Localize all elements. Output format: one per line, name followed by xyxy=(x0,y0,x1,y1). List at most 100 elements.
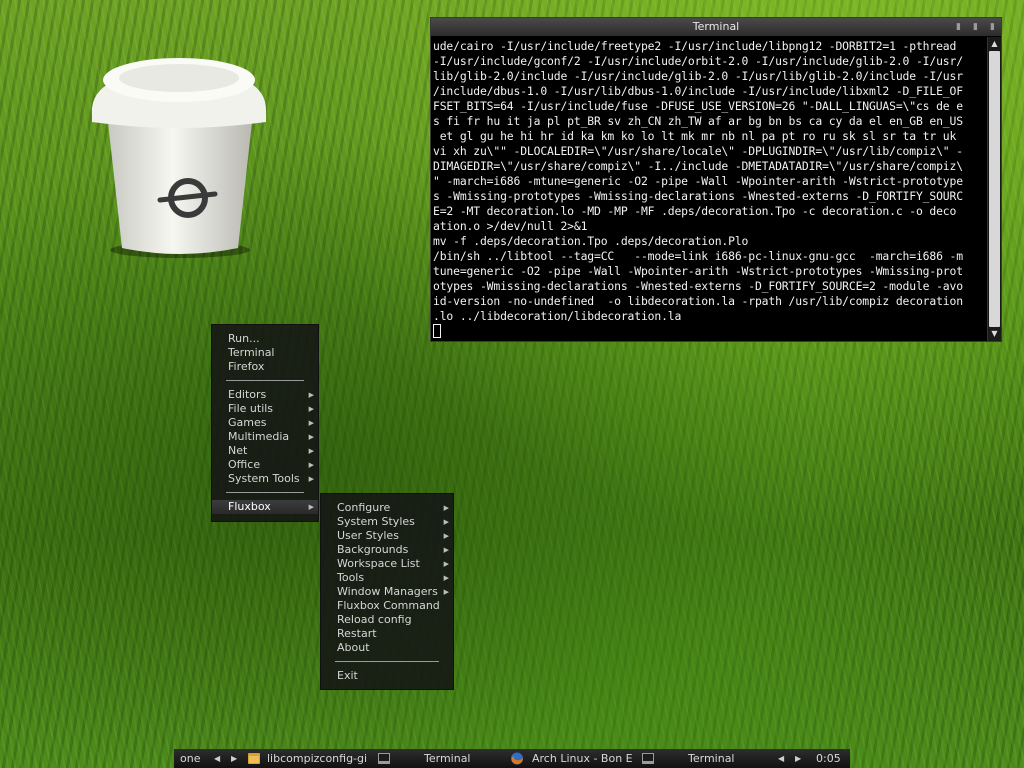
terminal-line: vi xh zu\"" -DLOCALEDIR=\"/usr/share/loc… xyxy=(433,144,963,158)
menu-item-editors[interactable]: Editors ▶ xyxy=(212,388,318,402)
terminal-line: " -march=i686 -mtune=generic -O2 -pipe -… xyxy=(433,174,963,188)
menu-item-label: System Tools xyxy=(228,472,300,485)
menu-item-reload-config[interactable]: Reload config xyxy=(321,613,453,627)
terminal-icon xyxy=(378,753,390,764)
submenu-arrow-icon: ▶ xyxy=(308,447,314,455)
menu-item-firefox[interactable]: Firefox xyxy=(212,360,318,374)
terminal-line: lib/glib-2.0/include -I/usr/include/glib… xyxy=(433,69,963,83)
menu-separator xyxy=(226,492,304,493)
menu-item-label: User Styles xyxy=(337,529,399,542)
menu-item-games[interactable]: Games ▶ xyxy=(212,416,318,430)
terminal-icon xyxy=(642,753,654,764)
submenu-arrow-icon: ▶ xyxy=(308,475,314,483)
menu-item-label: Window Managers xyxy=(337,585,438,598)
menu-item-system-tools[interactable]: System Tools ▶ xyxy=(212,472,318,486)
desktop[interactable]: Terminal ▮ ▮ ▮ ude/cairo -I/usr/include/… xyxy=(0,0,1024,768)
terminal-line: /include/dbus-1.0 -I/usr/lib/dbus-1.0/in… xyxy=(433,84,963,98)
terminal-prompt-line xyxy=(433,324,985,340)
prev-window-icon[interactable]: ◀ xyxy=(778,749,784,768)
menu-item-label: File utils xyxy=(228,402,274,415)
task-label: libcompizconfig-gi xyxy=(267,752,368,765)
task-label: Arch Linux - Bon E xyxy=(532,752,633,765)
menu-item-run[interactable]: Run... xyxy=(212,332,318,346)
menu-item-label: Multimedia xyxy=(228,430,290,443)
terminal-line: otypes -Wmissing-declarations -Wnested-e… xyxy=(433,279,963,293)
clock: 0:05 xyxy=(816,752,841,765)
terminal-titlebar[interactable]: Terminal ▮ ▮ ▮ xyxy=(431,18,1001,36)
menu-item-label: Configure xyxy=(337,501,391,514)
scroll-down-icon[interactable]: ▼ xyxy=(988,328,1001,340)
terminal-line: -I/usr/include/gconf/2 -I/usr/include/or… xyxy=(433,54,963,68)
menu-item-configure[interactable]: Configure ▶ xyxy=(321,501,453,515)
menu-separator xyxy=(335,661,439,662)
next-workspace-icon[interactable]: ▶ xyxy=(231,749,237,768)
submenu-arrow-icon: ▶ xyxy=(308,391,314,399)
submenu-arrow-icon: ▶ xyxy=(308,461,314,469)
terminal-line: id-version -no-undefined -o libdecoratio… xyxy=(433,294,963,308)
terminal-line: et gl gu he hi hr id ka km ko lo lt mk m… xyxy=(433,129,957,143)
terminal-line: DIMAGEDIR=\"/usr/share/compiz\" -I../inc… xyxy=(433,159,963,173)
task-button[interactable]: Arch Linux - Bon E xyxy=(508,749,636,768)
next-window-icon[interactable]: ▶ xyxy=(795,749,801,768)
menu-item-window-managers[interactable]: Window Managers ▶ xyxy=(321,585,453,599)
menu-item-fluxbox[interactable]: Fluxbox ▶ xyxy=(212,500,318,514)
menu-item-backgrounds[interactable]: Backgrounds ▶ xyxy=(321,543,453,557)
scrollbar-thumb[interactable] xyxy=(989,51,1000,327)
scroll-up-icon[interactable]: ▲ xyxy=(988,38,1001,50)
menu-item-restart[interactable]: Restart xyxy=(321,627,453,641)
menu-item-about[interactable]: About xyxy=(321,641,453,655)
menu-item-label: System Styles xyxy=(337,515,415,528)
maximize-icon[interactable]: ▮ xyxy=(971,22,980,32)
task-button[interactable]: libcompizconfig-gi xyxy=(246,749,374,768)
workspace-name[interactable]: one xyxy=(180,749,206,768)
submenu-arrow-icon: ▶ xyxy=(443,574,449,582)
menu-item-label: Fluxbox xyxy=(228,500,271,513)
taskbar: one ◀ ▶ libcompizconfig-gi Terminal Arch… xyxy=(174,749,850,768)
terminal-line: FSET_BITS=64 -I/usr/include/fuse -DFUSE_… xyxy=(433,99,963,113)
minimize-icon[interactable]: ▮ xyxy=(954,22,963,32)
menu-item-terminal[interactable]: Terminal xyxy=(212,346,318,360)
menu-item-label: Workspace List xyxy=(337,557,420,570)
task-label: Terminal xyxy=(688,752,735,765)
terminal-line: s -Wmissing-prototypes -Wmissing-declara… xyxy=(433,189,963,203)
submenu-arrow-icon: ▶ xyxy=(443,518,449,526)
fluxbox-submenu: Configure ▶ System Styles ▶ User Styles ▶ B… xyxy=(320,493,454,690)
terminal-title: Terminal xyxy=(692,20,740,33)
firefox-icon xyxy=(511,752,523,765)
menu-item-tools[interactable]: Tools ▶ xyxy=(321,571,453,585)
terminal-cursor xyxy=(433,324,441,338)
terminal-window[interactable]: Terminal ▮ ▮ ▮ ude/cairo -I/usr/include/… xyxy=(430,17,1002,342)
root-menu: Run... Terminal Firefox Editors ▶ File ut… xyxy=(211,324,319,522)
terminal-line: tune=generic -O2 -pipe -Wall -Wpointer-a… xyxy=(433,264,963,278)
wallpaper-coffee-cup xyxy=(92,58,266,258)
menu-item-file-utils[interactable]: File utils ▶ xyxy=(212,402,318,416)
terminal-line: E=2 -MT decoration.lo -MD -MP -MF .deps/… xyxy=(433,204,957,218)
submenu-arrow-icon: ▶ xyxy=(308,405,314,413)
menu-item-multimedia[interactable]: Multimedia ▶ xyxy=(212,430,318,444)
menu-item-office[interactable]: Office ▶ xyxy=(212,458,318,472)
close-icon[interactable]: ▮ xyxy=(988,22,997,32)
submenu-arrow-icon: ▶ xyxy=(443,588,449,596)
submenu-arrow-icon: ▶ xyxy=(308,419,314,427)
terminal-line: mv -f .deps/decoration.Tpo .deps/decorat… xyxy=(433,234,749,248)
menu-item-label: Games xyxy=(228,416,267,429)
menu-item-label: Editors xyxy=(228,388,267,401)
task-button[interactable]: Terminal xyxy=(640,749,768,768)
menu-item-user-styles[interactable]: User Styles ▶ xyxy=(321,529,453,543)
terminal-line: ation.o >/dev/null 2>&1 xyxy=(433,219,588,233)
menu-item-exit[interactable]: Exit xyxy=(321,669,453,683)
terminal-output[interactable]: ude/cairo -I/usr/include/freetype2 -I/us… xyxy=(431,37,987,341)
menu-item-label: Backgrounds xyxy=(337,543,409,556)
menu-item-system-styles[interactable]: System Styles ▶ xyxy=(321,515,453,529)
menu-item-net[interactable]: Net ▶ xyxy=(212,444,318,458)
submenu-arrow-icon: ▶ xyxy=(443,532,449,540)
task-label: Terminal xyxy=(424,752,471,765)
task-button[interactable]: Terminal xyxy=(376,749,504,768)
submenu-arrow-icon: ▶ xyxy=(308,433,314,441)
terminal-line: s fi fr hu it ja pl pt_BR sv zh_CN zh_TW… xyxy=(433,114,963,128)
menu-item-fluxbox-command[interactable]: Fluxbox Command xyxy=(321,599,453,613)
folder-icon xyxy=(248,753,260,764)
terminal-scrollbar[interactable]: ▲ ▼ xyxy=(987,37,1001,341)
menu-item-workspace-list[interactable]: Workspace List ▶ xyxy=(321,557,453,571)
prev-workspace-icon[interactable]: ◀ xyxy=(214,749,220,768)
